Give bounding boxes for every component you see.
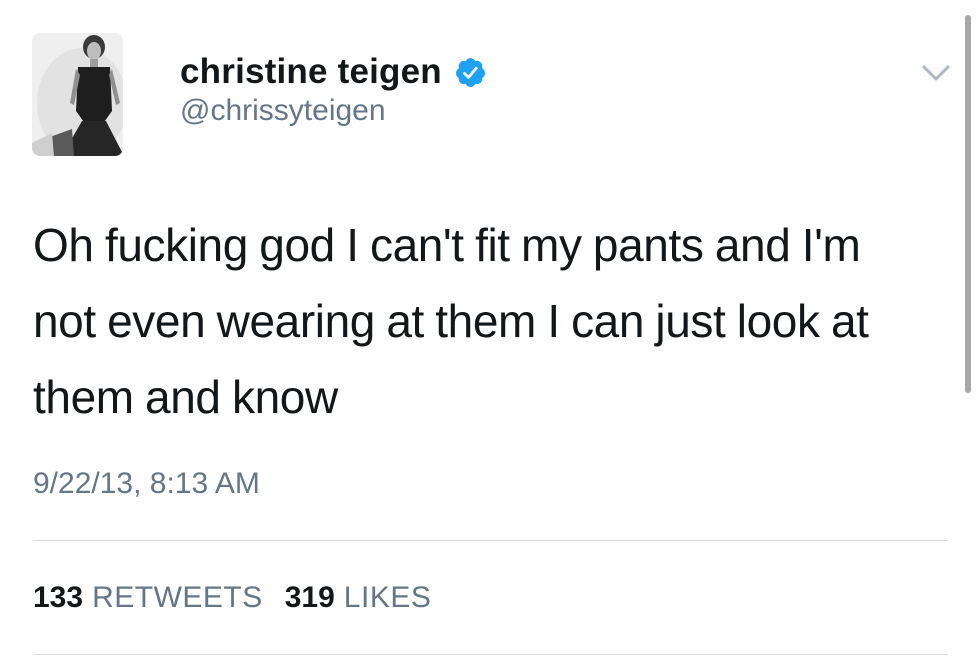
likes-count: 319 — [284, 581, 335, 614]
retweets-label: RETWEETS — [92, 581, 263, 614]
display-name[interactable]: christine teigen — [180, 52, 442, 92]
tweet-timestamp[interactable]: 9/22/13, 8:13 AM — [33, 467, 260, 501]
tweet-text-line: Oh fucking god I can't fit my pants and … — [33, 219, 861, 271]
avatar[interactable] — [32, 33, 123, 156]
tweet-text: Oh fucking god I can't fit my pants and … — [33, 207, 961, 435]
tweet-stats: 133 RETWEETS 319 LIKES — [33, 581, 431, 615]
author-handle[interactable]: @chrissyteigen — [180, 94, 386, 128]
chevron-down-icon[interactable] — [921, 62, 951, 84]
likes-label: LIKES — [343, 581, 432, 614]
retweets-count: 133 — [33, 581, 84, 614]
author-name-row[interactable]: christine teigen — [180, 50, 487, 94]
divider — [33, 654, 948, 655]
likes-stat[interactable]: 319 LIKES — [285, 581, 432, 615]
verified-badge-icon — [454, 56, 487, 89]
divider — [33, 540, 948, 541]
scrollbar[interactable] — [965, 15, 971, 393]
retweets-stat[interactable]: 133 RETWEETS — [33, 581, 263, 615]
avatar-photo — [32, 33, 123, 156]
tweet-text-line: not even wearing at them I can just look… — [33, 295, 869, 347]
tweet-text-line: them and know — [33, 371, 338, 423]
